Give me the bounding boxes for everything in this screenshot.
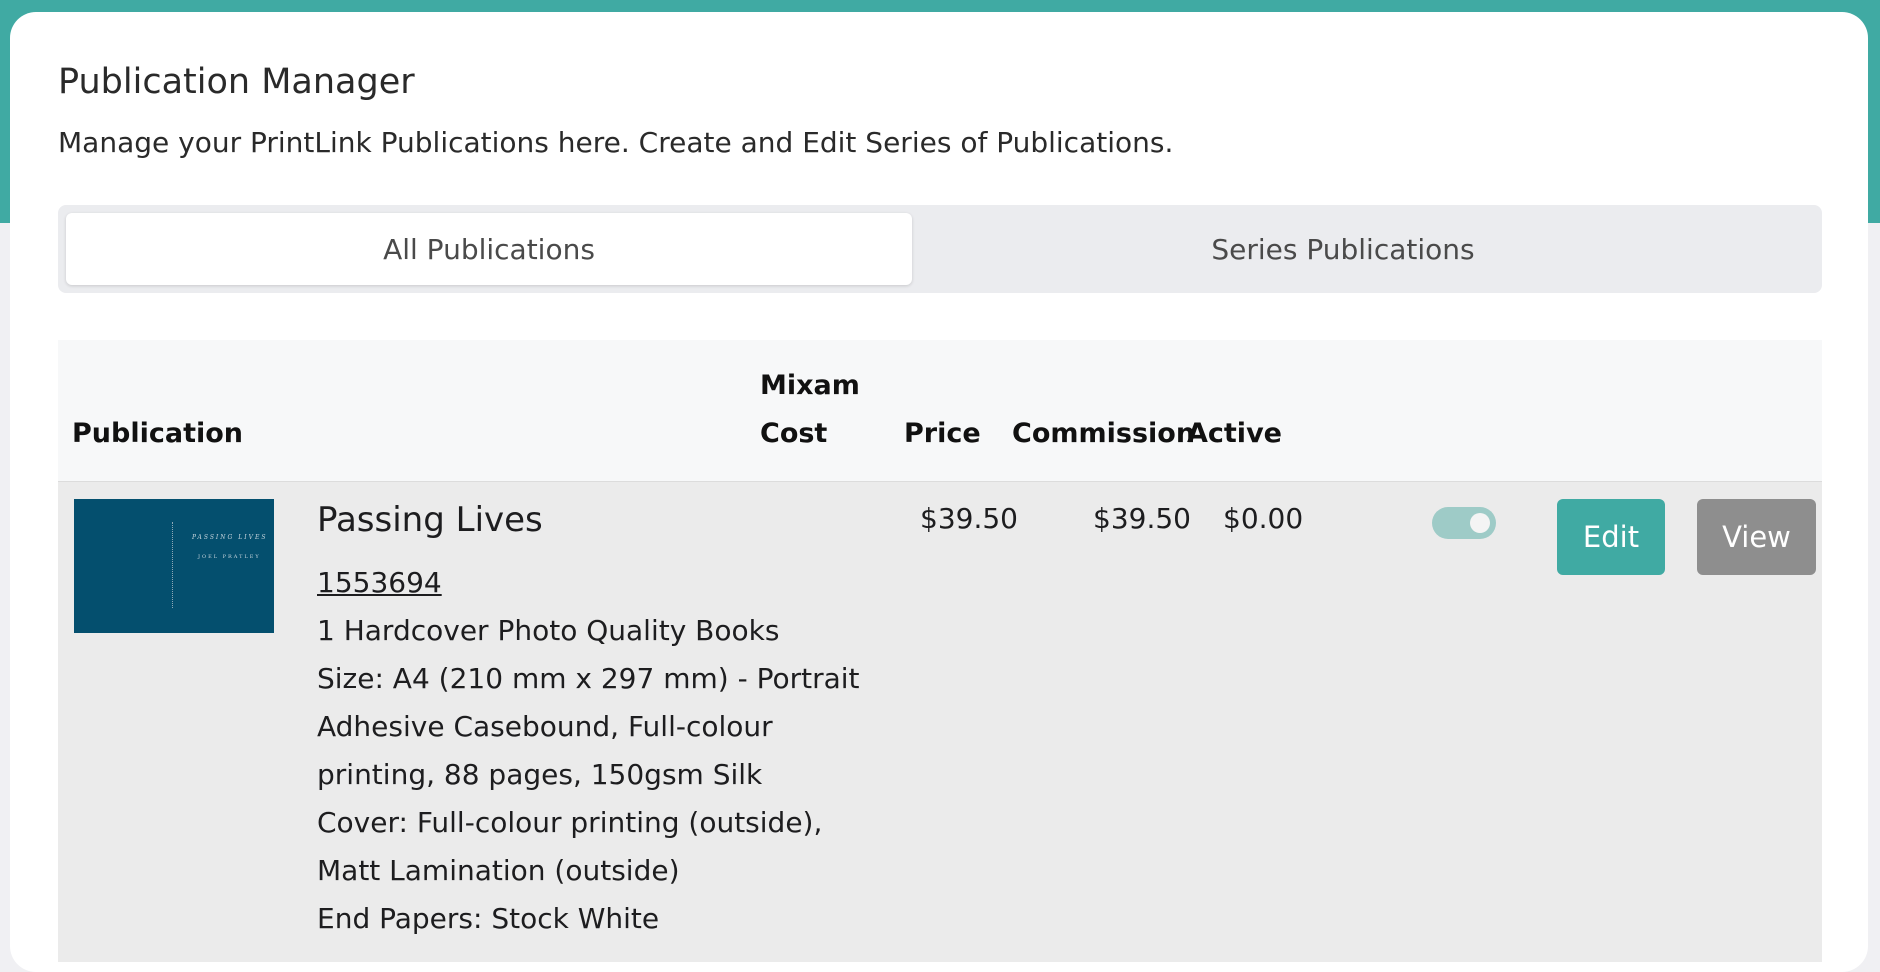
publication-name: Passing Lives	[317, 500, 543, 540]
cover-author: JOEL PRATLEY	[198, 554, 261, 560]
active-toggle[interactable]	[1432, 507, 1496, 539]
detail-line: Cover: Full-colour printing (outside),	[317, 806, 823, 839]
tab-bar: All Publications Series Publications	[58, 205, 1822, 293]
tab-series-publications[interactable]: Series Publications	[920, 213, 1766, 285]
detail-line: Size: A4 (210 mm x 297 mm) - Portrait	[317, 662, 860, 695]
publication-id-link[interactable]: 1553694	[317, 566, 442, 599]
toggle-knob	[1470, 513, 1490, 533]
commission: $0.00	[1223, 502, 1304, 535]
edit-button[interactable]: Edit	[1557, 499, 1665, 575]
column-active: Active	[1187, 418, 1282, 449]
cover-title: PASSING LIVES	[192, 534, 268, 541]
column-price: Price	[904, 418, 981, 449]
publication-cover-thumbnail[interactable]: PASSING LIVES JOEL PRATLEY	[74, 499, 274, 633]
detail-line: Matt Lamination (outside)	[317, 854, 680, 887]
table-row: PASSING LIVES JOEL PRATLEY Passing Lives…	[58, 482, 1822, 962]
detail-line: End Papers: Stock White	[317, 902, 660, 935]
page-title: Publication Manager	[58, 62, 415, 102]
detail-line: Adhesive Casebound, Full-colour	[317, 710, 773, 743]
detail-line: printing, 88 pages, 150gsm Silk	[317, 758, 763, 791]
publication-manager-card: Publication Manager Manage your PrintLin…	[10, 12, 1868, 972]
page-subtitle: Manage your PrintLink Publications here.…	[58, 126, 1174, 159]
mixam-cost: $39.50	[920, 502, 1018, 535]
table-header: Publication Mixam Cost Price Commission …	[58, 340, 1822, 482]
column-commission: Commission	[1012, 418, 1196, 449]
tab-all-publications[interactable]: All Publications	[66, 213, 912, 285]
cover-spine	[172, 522, 174, 608]
view-button[interactable]: View	[1697, 499, 1816, 575]
detail-line: 1 Hardcover Photo Quality Books	[317, 614, 780, 647]
column-publication: Publication	[72, 418, 244, 449]
column-mixam-cost: Mixam Cost	[760, 370, 860, 449]
price: $39.50	[1093, 502, 1191, 535]
